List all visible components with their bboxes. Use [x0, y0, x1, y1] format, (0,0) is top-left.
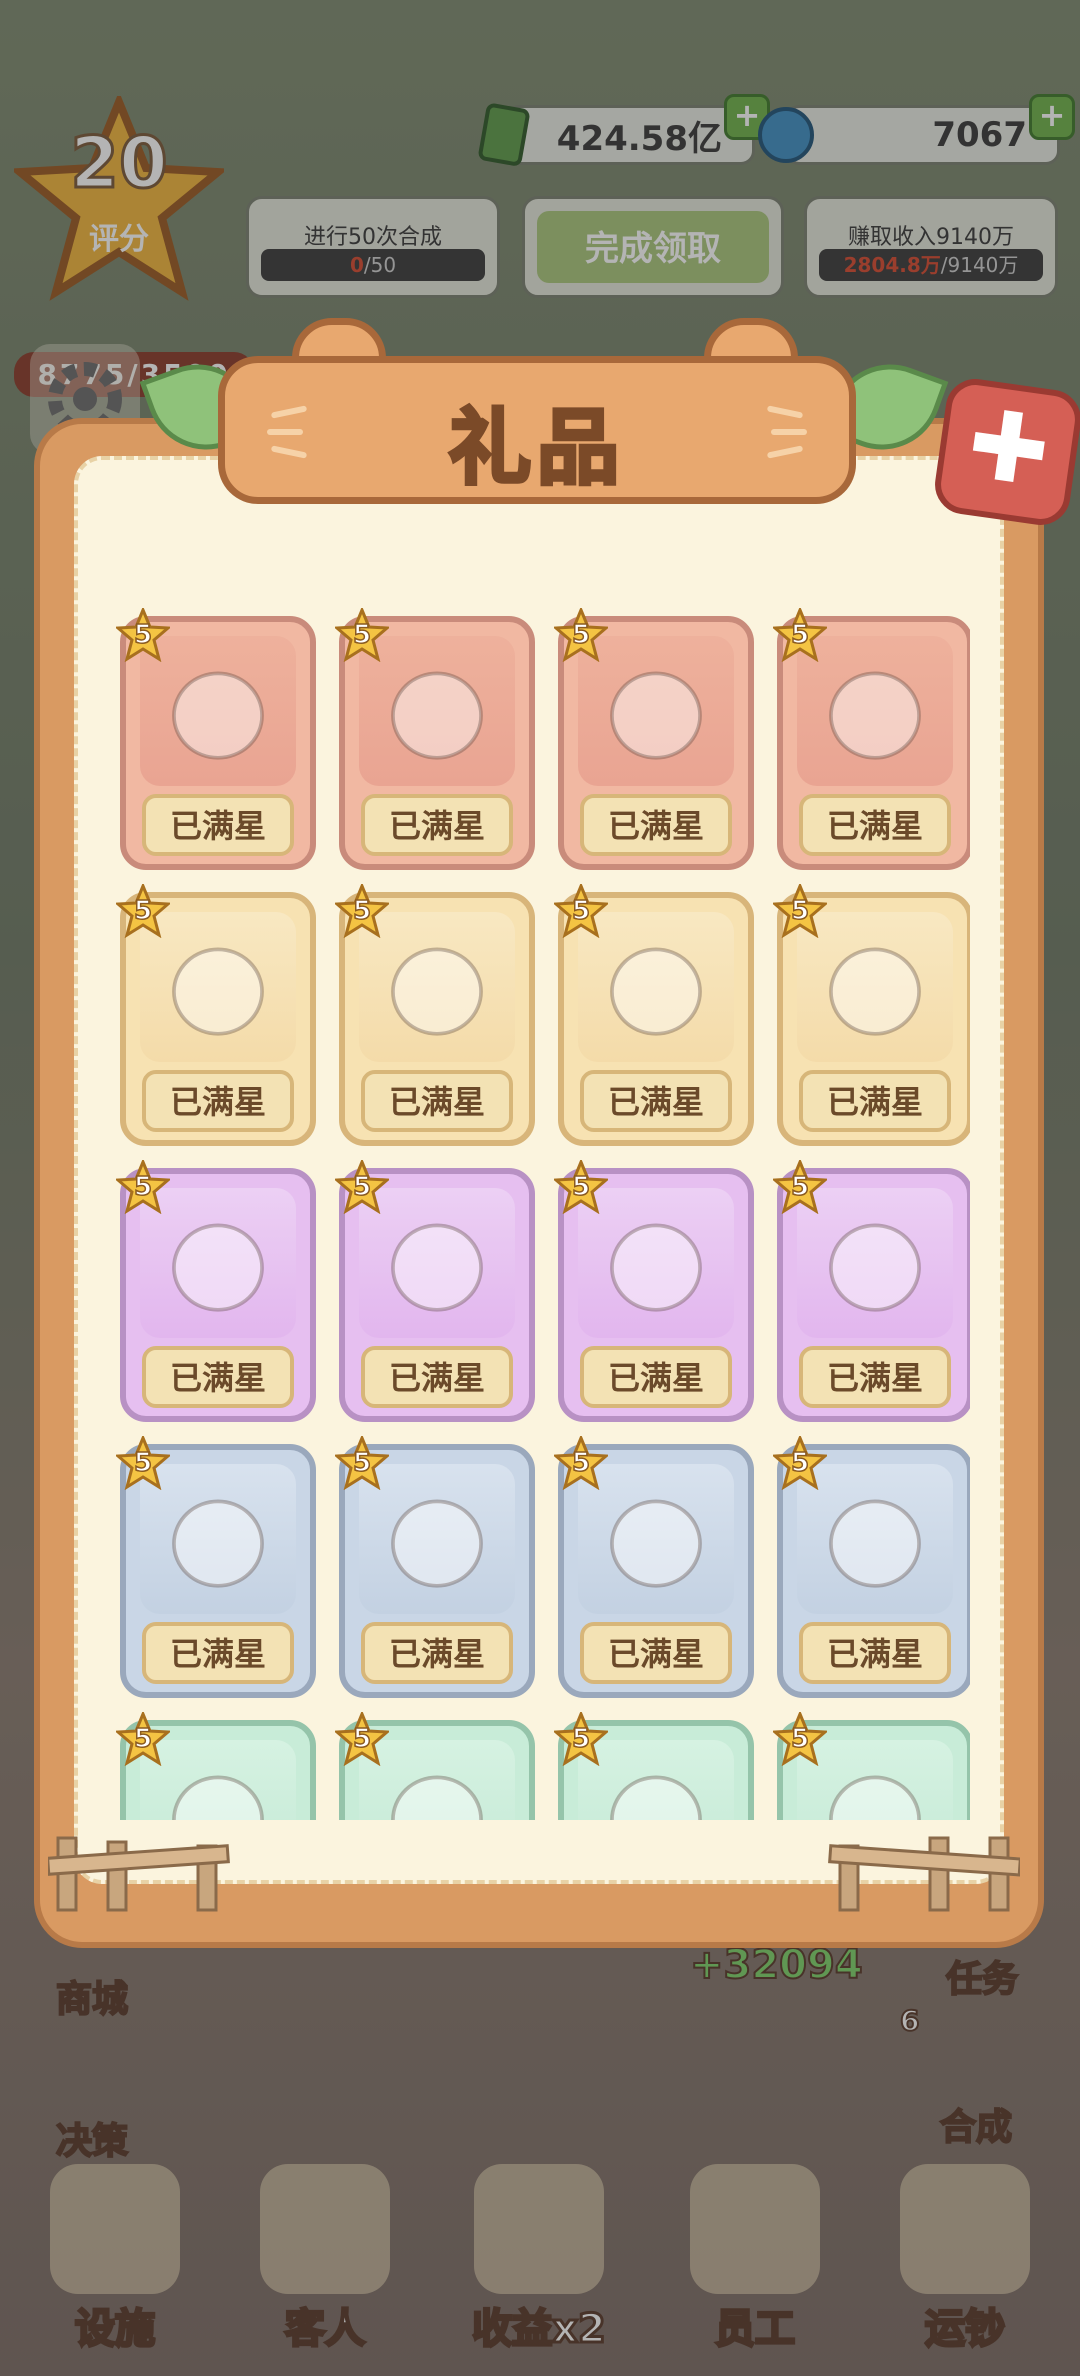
max-star-button[interactable]: 已满星: [142, 1346, 294, 1408]
gift-card[interactable]: 5 已满星: [114, 882, 316, 1146]
gift-card[interactable]: 5 已满星: [552, 606, 754, 870]
gift-card[interactable]: 5 已满星: [114, 1434, 316, 1698]
gift-card[interactable]: 5 已满星: [771, 1158, 970, 1422]
max-star-button[interactable]: 已满星: [361, 1346, 513, 1408]
star-level-icon: 5: [552, 606, 610, 663]
star-level-icon: 5: [771, 1710, 829, 1767]
star-level-value: 5: [133, 1723, 153, 1755]
star-level-value: 5: [571, 1171, 591, 1203]
star-level-value: 5: [790, 1723, 810, 1755]
gift-card[interactable]: 5 已满星: [771, 606, 970, 870]
dialog-title-board: 礼品: [218, 356, 856, 504]
max-star-button[interactable]: 已满星: [361, 1070, 513, 1132]
fence-right-icon: [828, 1836, 1020, 1912]
star-level-icon: 5: [114, 1158, 172, 1215]
star-level-value: 5: [352, 1171, 372, 1203]
max-star-button[interactable]: 已满星: [142, 1622, 294, 1684]
max-star-button[interactable]: 已满星: [799, 1346, 951, 1408]
gift-card[interactable]: 5 已满星: [552, 882, 754, 1146]
star-level-value: 5: [352, 1723, 372, 1755]
gift-card[interactable]: 5 已满星: [333, 882, 535, 1146]
star-level-value: 5: [571, 1447, 591, 1479]
star-level-value: 5: [790, 1171, 810, 1203]
star-level-icon: 5: [771, 1434, 829, 1491]
star-level-icon: 5: [552, 1710, 610, 1767]
star-level-icon: 5: [333, 882, 391, 939]
max-star-button[interactable]: 已满星: [142, 1070, 294, 1132]
star-level-icon: 5: [114, 606, 172, 663]
gift-card[interactable]: 5 已满星: [114, 1158, 316, 1422]
star-level-value: 5: [133, 895, 153, 927]
star-level-value: 5: [571, 895, 591, 927]
star-level-value: 5: [133, 1447, 153, 1479]
max-star-button[interactable]: 已满星: [799, 1622, 951, 1684]
gift-card[interactable]: 5: [333, 1710, 535, 1820]
star-level-icon: 5: [333, 606, 391, 663]
gift-card[interactable]: 5: [771, 1710, 970, 1820]
star-level-value: 5: [352, 1447, 372, 1479]
star-level-value: 5: [790, 619, 810, 651]
star-level-value: 5: [352, 619, 372, 651]
gift-card[interactable]: 5 已满星: [333, 606, 535, 870]
star-level-icon: 5: [333, 1434, 391, 1491]
max-star-button[interactable]: 已满星: [361, 794, 513, 856]
gift-card[interactable]: 5: [114, 1710, 316, 1820]
max-star-button[interactable]: 已满星: [580, 1622, 732, 1684]
star-level-icon: 5: [114, 1434, 172, 1491]
dialog-title: 礼品: [447, 399, 625, 498]
gift-card[interactable]: 5 已满星: [771, 882, 970, 1146]
gift-card[interactable]: 5 已满星: [333, 1434, 535, 1698]
star-level-icon: 5: [552, 882, 610, 939]
max-star-button[interactable]: 已满星: [361, 1622, 513, 1684]
gift-card[interactable]: 5 已满星: [552, 1434, 754, 1698]
star-level-value: 5: [571, 1723, 591, 1755]
star-level-icon: 5: [771, 882, 829, 939]
max-star-button[interactable]: 已满星: [580, 794, 732, 856]
star-level-icon: 5: [552, 1434, 610, 1491]
star-level-icon: 5: [333, 1710, 391, 1767]
max-star-button[interactable]: 已满星: [142, 794, 294, 856]
star-level-value: 5: [790, 895, 810, 927]
gift-grid[interactable]: 5 已满星 5 已满星 5 已满星 5 已满星 5 已满星 5 已满星 5 已满星 5 已满星 5 已满星 5 已满星…: [112, 606, 970, 1820]
star-level-icon: 5: [552, 1158, 610, 1215]
max-star-button[interactable]: 已满星: [799, 1070, 951, 1132]
star-level-value: 5: [790, 1447, 810, 1479]
star-level-icon: 5: [771, 1158, 829, 1215]
gift-card[interactable]: 5 已满星: [771, 1434, 970, 1698]
star-level-value: 5: [352, 895, 372, 927]
star-level-icon: 5: [333, 1158, 391, 1215]
close-icon: ✚: [960, 386, 1057, 510]
gift-card[interactable]: 5: [552, 1710, 754, 1820]
star-level-icon: 5: [771, 606, 829, 663]
gift-card[interactable]: 5 已满星: [114, 606, 316, 870]
star-level-value: 5: [133, 1171, 153, 1203]
star-level-value: 5: [571, 619, 591, 651]
max-star-button[interactable]: 已满星: [580, 1070, 732, 1132]
star-level-icon: 5: [114, 882, 172, 939]
gift-card[interactable]: 5 已满星: [552, 1158, 754, 1422]
fence-left-icon: [48, 1836, 230, 1912]
max-star-button[interactable]: 已满星: [799, 794, 951, 856]
gift-card[interactable]: 5 已满星: [333, 1158, 535, 1422]
max-star-button[interactable]: 已满星: [580, 1346, 732, 1408]
close-button[interactable]: ✚: [931, 375, 1080, 529]
star-level-value: 5: [133, 619, 153, 651]
star-level-icon: 5: [114, 1710, 172, 1767]
